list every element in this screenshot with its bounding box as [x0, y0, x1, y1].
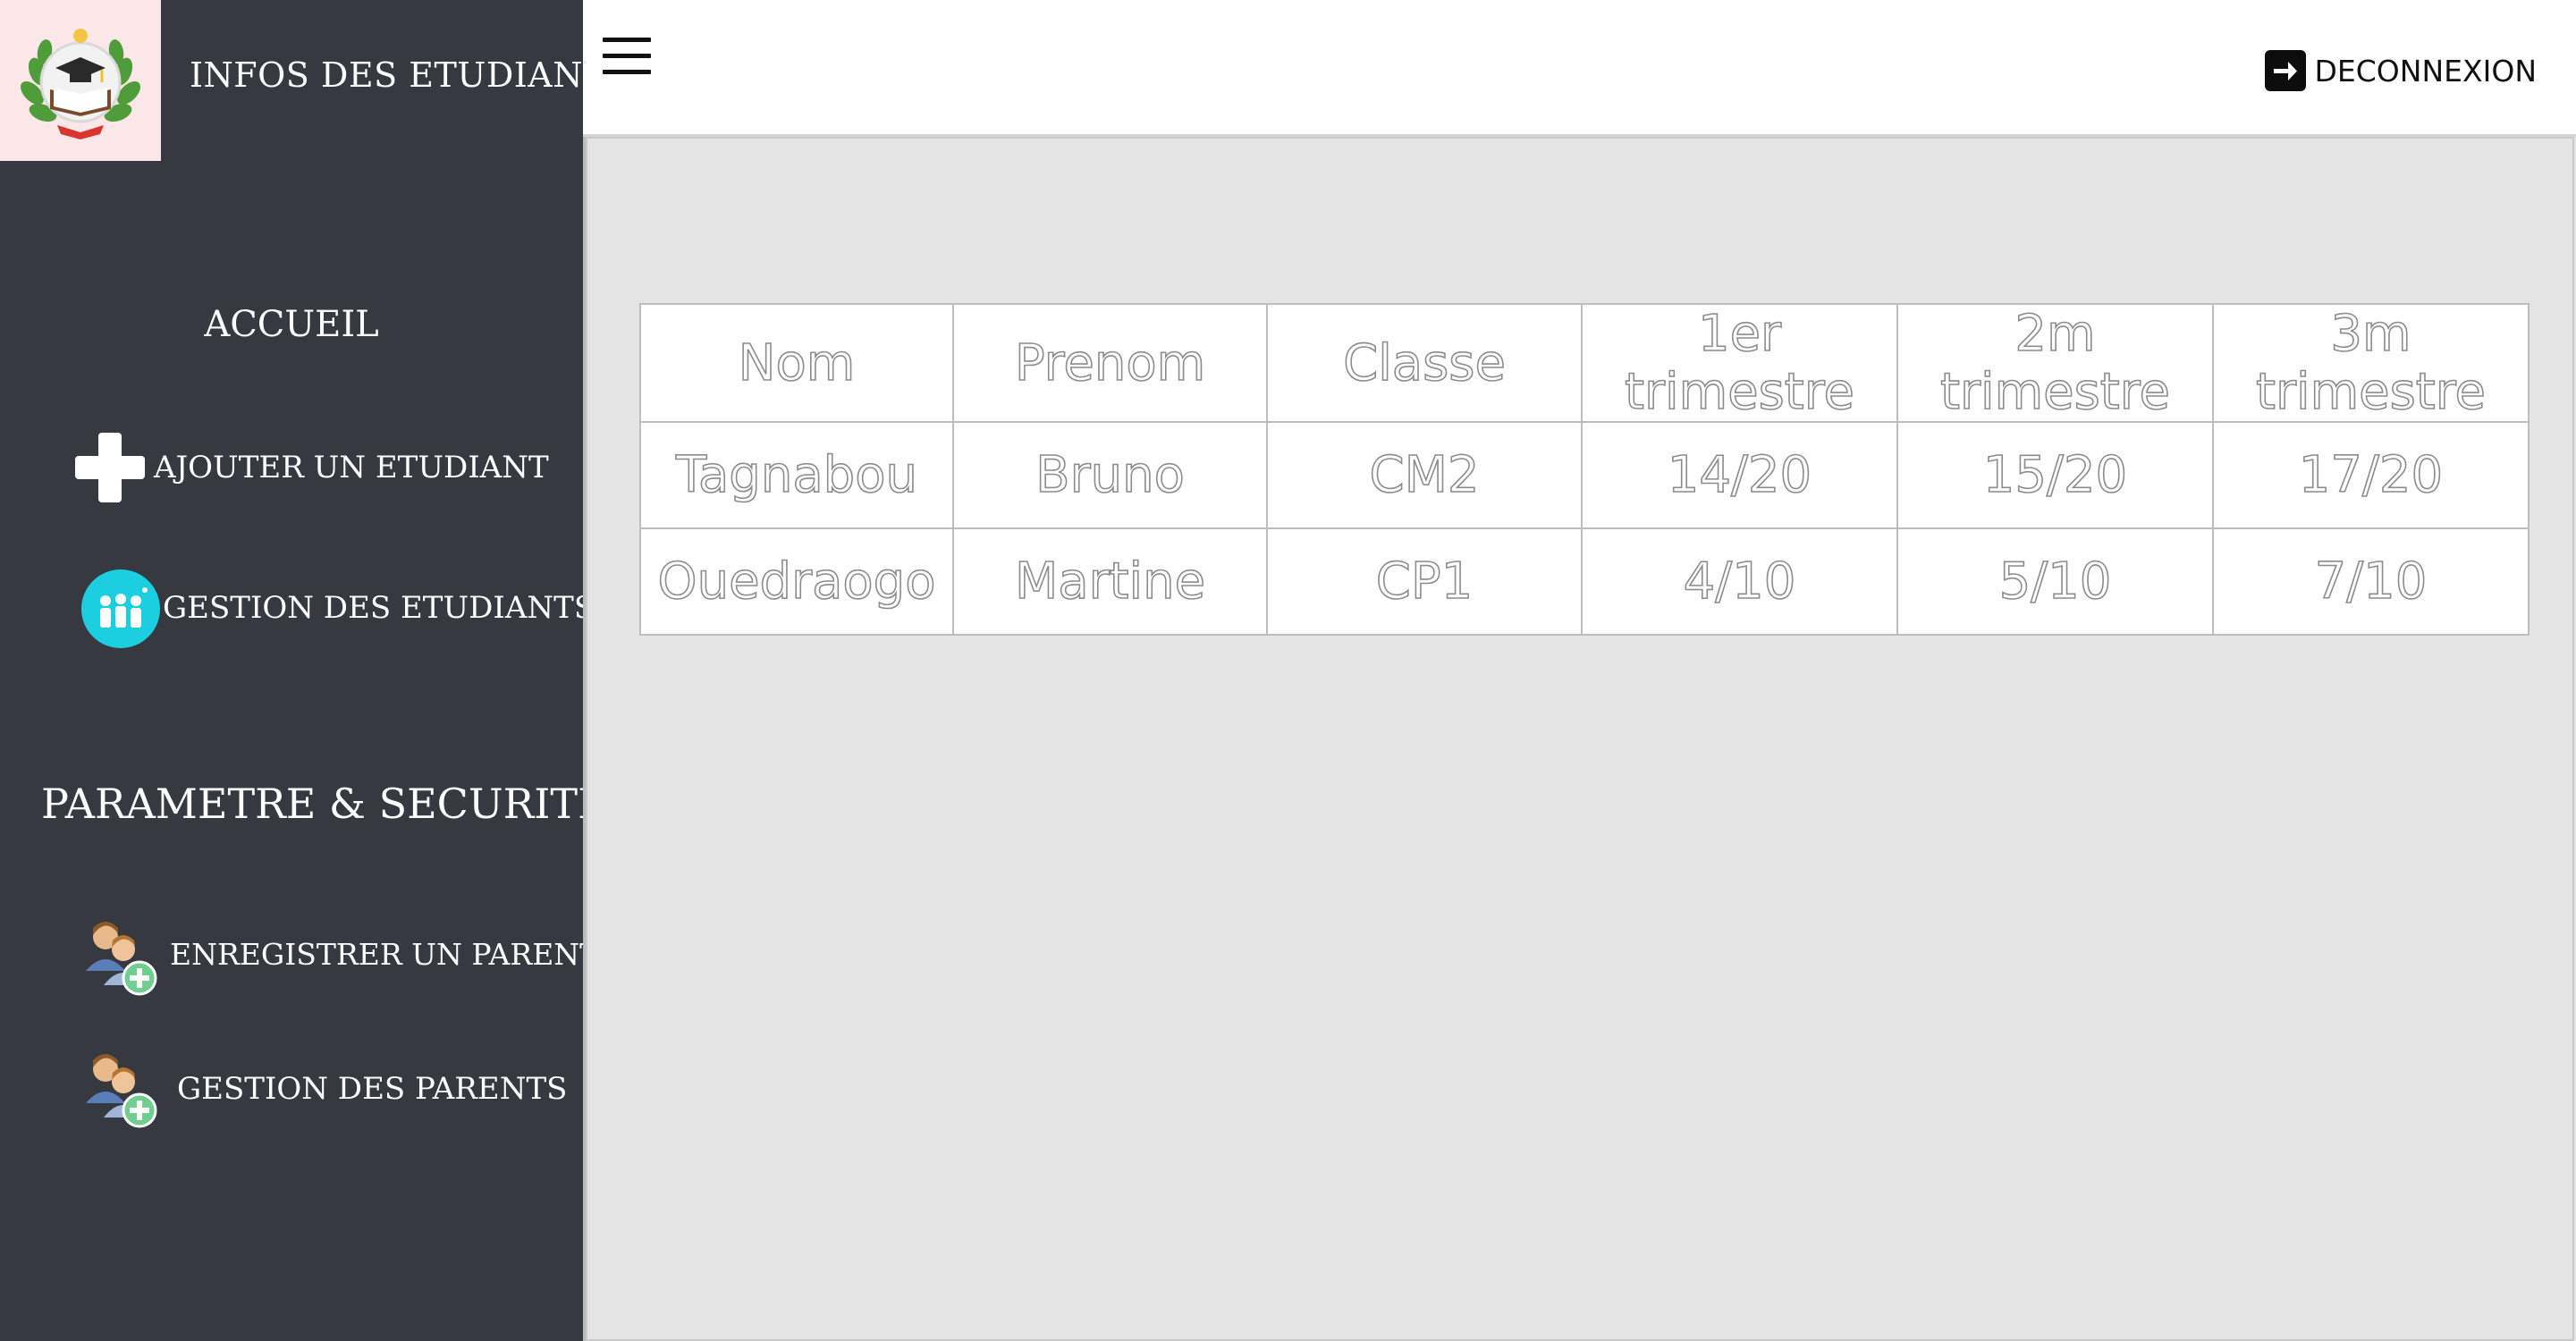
topbar: DECONNEXION: [583, 0, 2576, 137]
students-group-icon: [81, 569, 160, 648]
col-header-trimestre-2: 2m trimestre: [1896, 303, 2214, 423]
nav-manage-students-label: GESTION DES ETUDIANTS: [163, 590, 595, 626]
cell-trimestre-3: 17/20: [2212, 421, 2530, 529]
main-content: Nom Prenom Classe 1er trimestre 2m trime…: [583, 137, 2576, 1341]
students-grades-table: Nom Prenom Classe 1er trimestre 2m trime…: [639, 303, 2530, 636]
nav-register-parent[interactable]: ENREGISTRER UN PARENT: [80, 915, 599, 996]
table-row[interactable]: Tagnabou Bruno CM2 14/20 15/20 17/20: [639, 421, 2530, 529]
section-title-settings: PARAMETRE & SECURITE: [41, 780, 608, 828]
cell-trimestre-2: 5/10: [1896, 527, 2214, 636]
nav-manage-parents[interactable]: GESTION DES PARENTS: [80, 1048, 567, 1128]
cell-prenom: Bruno: [952, 421, 1268, 529]
plus-icon: [75, 433, 145, 502]
logout-label: DECONNEXION: [2314, 53, 2538, 89]
school-logo: [0, 0, 161, 161]
graduation-book-icon: [21, 29, 140, 139]
cell-prenom: Martine: [952, 527, 1268, 636]
cell-nom: Ouedraogo: [639, 527, 954, 636]
nav-manage-parents-label: GESTION DES PARENTS: [177, 1071, 568, 1107]
logout-arrow-icon: [2264, 50, 2306, 91]
cell-nom: Tagnabou: [639, 421, 954, 529]
menu-icon[interactable]: [603, 38, 651, 79]
logout-button[interactable]: DECONNEXION: [2264, 48, 2538, 93]
app-title: INFOS DES ETUDIANTS: [190, 55, 630, 95]
cell-classe: CP1: [1266, 527, 1583, 636]
cell-trimestre-3: 7/10: [2212, 527, 2530, 636]
cell-trimestre-1: 14/20: [1581, 421, 1898, 529]
table-header-row: Nom Prenom Classe 1er trimestre 2m trime…: [639, 303, 2530, 423]
cell-trimestre-2: 15/20: [1896, 421, 2214, 529]
cell-classe: CM2: [1266, 421, 1583, 529]
col-header-trimestre-1: 1er trimestre: [1581, 303, 1898, 423]
nav-add-student-label: AJOUTER UN ETUDIANT: [154, 450, 549, 485]
nav-add-student[interactable]: AJOUTER UN ETUDIANT: [70, 427, 553, 508]
sidebar: INFOS DES ETUDIANTS ACCUEIL AJOUTER UN E…: [0, 0, 629, 1341]
add-parent-icon: [86, 922, 157, 996]
col-header-prenom: Prenom: [952, 303, 1268, 423]
manage-parents-icon: [86, 1054, 157, 1128]
col-header-nom: Nom: [639, 303, 954, 423]
nav-manage-students[interactable]: GESTION DES ETUDIANTS: [80, 569, 595, 649]
col-header-classe: Classe: [1266, 303, 1583, 423]
cell-trimestre-1: 4/10: [1581, 527, 1898, 636]
table-row[interactable]: Ouedraogo Martine CP1 4/10 5/10 7/10: [639, 527, 2530, 636]
nav-register-parent-label: ENREGISTRER UN PARENT: [170, 937, 600, 972]
nav-home[interactable]: ACCUEIL: [0, 304, 583, 345]
col-header-trimestre-3: 3m trimestre: [2212, 303, 2530, 423]
